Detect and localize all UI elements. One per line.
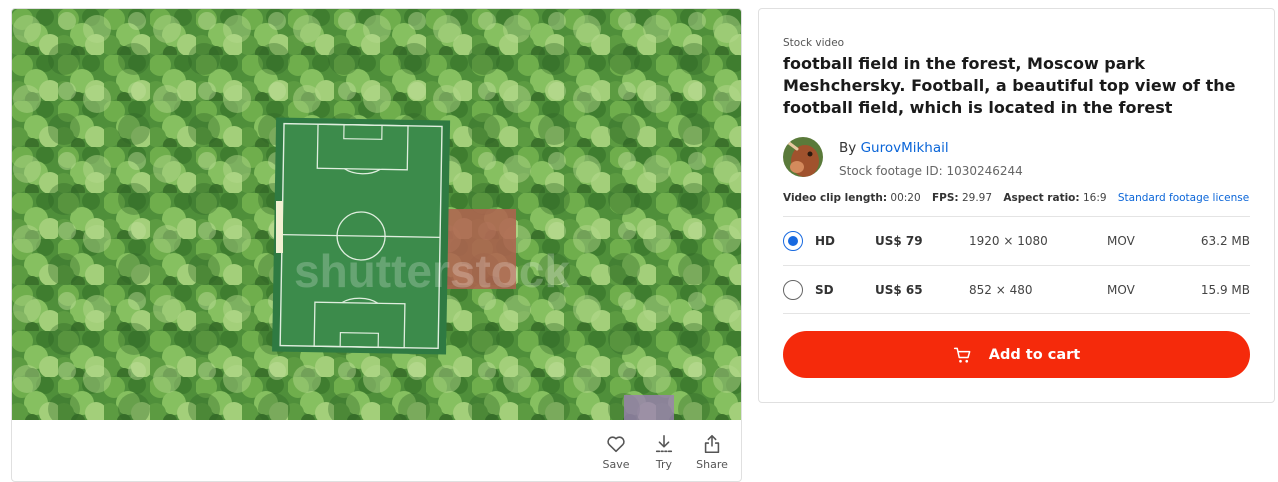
cart-icon <box>953 347 971 363</box>
length-value: 00:20 <box>890 192 921 204</box>
option-sd[interactable]: SD US$ 65 852 × 480 MOV 15.9 MB <box>783 265 1250 314</box>
watermark: shutterstock <box>294 245 570 297</box>
add-to-cart-label: Add to cart <box>988 346 1081 363</box>
media-type-label: Stock video <box>783 37 845 49</box>
by-prefix: By <box>839 140 857 156</box>
option-format: MOV <box>1107 234 1135 248</box>
option-price: US$ 79 <box>875 234 923 248</box>
save-label: Save <box>602 458 630 471</box>
avatar[interactable] <box>783 137 823 177</box>
fps-label: FPS: <box>932 192 959 204</box>
share-label: Share <box>696 458 728 471</box>
author-link[interactable]: GurovMikhail <box>861 140 949 156</box>
video-preview-card: shutterstock Save Try Share <box>11 8 742 482</box>
author-line: By GurovMikhail <box>839 140 949 156</box>
option-format: MOV <box>1107 283 1135 297</box>
contributor-avatar-image <box>783 137 823 177</box>
option-quality: HD <box>815 234 836 248</box>
stock-footage-id: Stock footage ID: 1030246244 <box>839 164 1023 178</box>
option-hd[interactable]: HD US$ 79 1920 × 1080 MOV 63.2 MB <box>783 216 1250 265</box>
football-pitch <box>272 117 451 355</box>
fps-value: 29.97 <box>961 192 993 204</box>
length-label: Video clip length: <box>783 192 888 204</box>
save-button[interactable]: Save <box>599 433 633 471</box>
try-label: Try <box>655 458 673 471</box>
try-button[interactable]: Try <box>647 433 681 471</box>
aerial-forest-field-image: shutterstock <box>12 9 741 420</box>
video-title: football field in the forest, Moscow par… <box>783 54 1236 117</box>
video-preview[interactable]: shutterstock <box>12 9 741 420</box>
option-resolution: 852 × 480 <box>969 283 1033 297</box>
option-resolution: 1920 × 1080 <box>969 234 1048 248</box>
details-card: Stock video football field in the forest… <box>758 8 1275 403</box>
heart-icon <box>607 436 625 453</box>
option-price: US$ 65 <box>875 283 923 297</box>
license-link[interactable]: Standard footage license <box>1118 192 1249 204</box>
radio-hd[interactable] <box>783 231 803 251</box>
radio-sd[interactable] <box>783 280 803 300</box>
share-icon <box>704 434 720 454</box>
clip-meta: Video clip length: 00:20 FPS: 29.97 Aspe… <box>783 192 1249 204</box>
option-size: 15.9 MB <box>1200 283 1250 297</box>
option-size: 63.2 MB <box>1200 234 1250 248</box>
aspect-label: Aspect ratio: <box>1003 192 1080 204</box>
preview-actions: Save Try Share <box>599 433 729 471</box>
add-to-cart-button[interactable]: Add to cart <box>783 331 1250 378</box>
aspect-value: 16:9 <box>1082 192 1107 204</box>
share-button[interactable]: Share <box>695 433 729 471</box>
option-quality: SD <box>815 283 834 297</box>
download-icon <box>655 434 673 453</box>
options-divider <box>783 313 1250 314</box>
